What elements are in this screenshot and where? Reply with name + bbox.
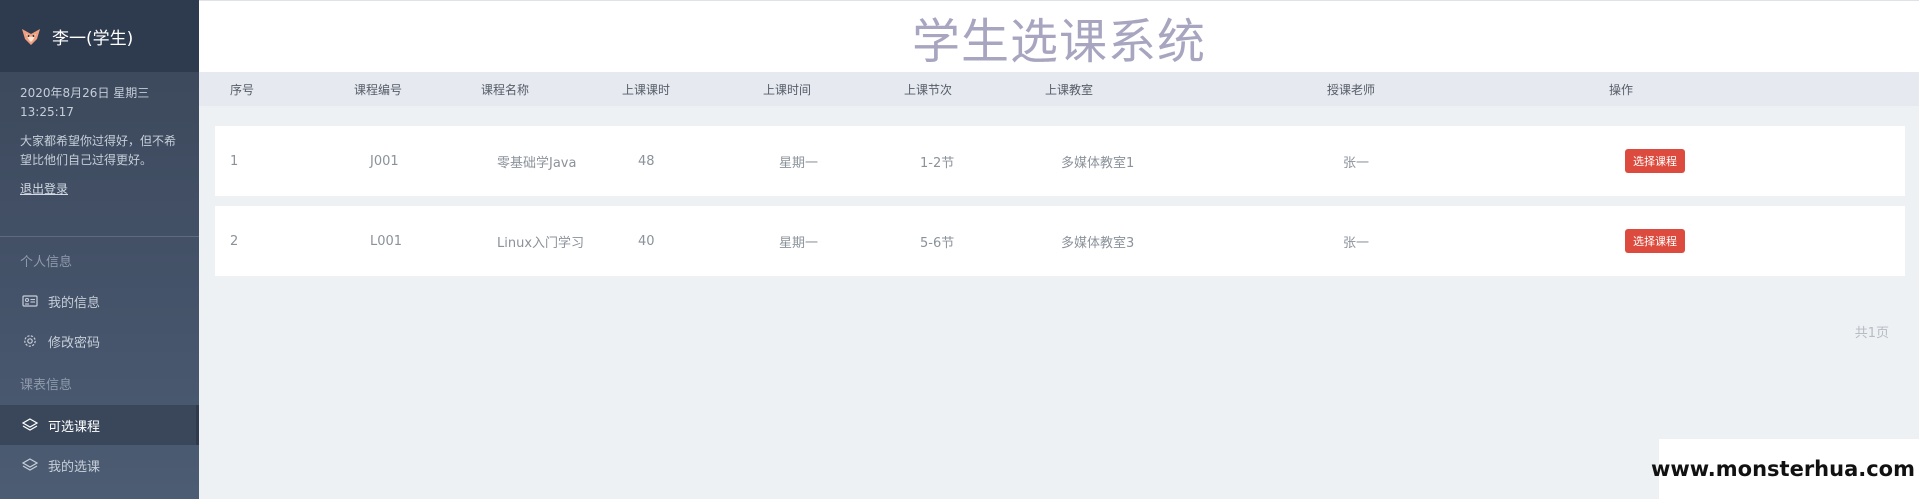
sidebar-item-my-info[interactable]: 我的信息 — [0, 281, 199, 321]
column-header: 序号 — [230, 82, 255, 97]
section-title-personal: 个人信息 — [20, 255, 73, 270]
cell-no: 1 — [230, 153, 239, 169]
cell-code: L001 — [370, 233, 403, 249]
fox-avatar-icon — [22, 29, 40, 45]
sidebar-item-label: 修改密码 — [48, 335, 101, 351]
sidebar-item-label: 我的选课 — [48, 459, 101, 475]
column-header: 上课课时 — [622, 82, 671, 97]
cell-course-name: Linux入门学习 — [497, 235, 585, 251]
table-row: 1 J001 零基础学Java 48 星期一 1-2节 多媒体教室1 张一 选择… — [215, 126, 1905, 196]
gear-icon — [24, 335, 36, 347]
sidebar: 李一(学生) 2020年8月26日 星期三 13:25:17 大家都希望你过得好… — [0, 0, 199, 499]
user-brand: 李一(学生) — [0, 0, 199, 72]
cell-code: J001 — [370, 153, 399, 169]
cell-teacher: 张一 — [1343, 235, 1370, 251]
cell-no: 2 — [230, 233, 239, 249]
cell-day: 星期一 — [779, 235, 819, 251]
main-content: 学生选课系统 序号 课程编号 课程名称 上课课时 上课时间 上课节次 上课教室 … — [199, 0, 1919, 499]
column-header: 授课老师 — [1327, 82, 1376, 97]
layers-icon — [22, 458, 38, 471]
select-course-button[interactable]: 选择课程 — [1625, 229, 1685, 253]
table-row: 2 L001 Linux入门学习 40 星期一 5-6节 多媒体教室3 张一 选… — [215, 206, 1905, 276]
cell-action: 选择课程 — [1625, 229, 1825, 253]
section-title-schedule: 课表信息 — [20, 378, 73, 393]
cell-hours: 40 — [638, 233, 655, 249]
column-header: 上课教室 — [1045, 82, 1094, 97]
column-header: 课程编号 — [354, 82, 403, 97]
cell-hours: 48 — [638, 153, 655, 169]
cell-section: 5-6节 — [920, 235, 955, 251]
title-bar: 学生选课系统 — [199, 0, 1919, 72]
page-title: 学生选课系统 — [911, 13, 1206, 70]
cell-teacher: 张一 — [1343, 155, 1370, 171]
sidebar-divider — [0, 236, 199, 237]
motto-text: 大家都希望你过得好，但不希望比他们自己过得更好。 — [20, 134, 177, 167]
logout-link[interactable]: 退出登录 — [20, 180, 68, 199]
column-header: 操作 — [1609, 82, 1634, 97]
cell-section: 1-2节 — [920, 155, 955, 171]
user-name-label: 李一(学生) — [52, 28, 134, 49]
date-text: 2020年8月26日 星期三 — [20, 86, 150, 100]
page-count-text: 共1页 — [1854, 326, 1889, 341]
layers-icon — [22, 418, 38, 431]
cell-day: 星期一 — [779, 155, 819, 171]
watermark: www.monsterhua.com — [1651, 439, 1919, 499]
time-text: 13:25:17 — [20, 105, 74, 119]
table-header: 序号 课程编号 课程名称 上课课时 上课时间 上课节次 上课教室 授课老师 操作 — [199, 72, 1919, 106]
column-header: 课程名称 — [481, 82, 530, 97]
sidebar-item-label: 我的信息 — [48, 295, 101, 311]
sidebar-item-available-courses[interactable]: 可选课程 — [0, 405, 199, 445]
sidebar-item-label: 可选课程 — [48, 419, 101, 435]
select-course-button[interactable]: 选择课程 — [1625, 149, 1685, 173]
cell-room: 多媒体教室3 — [1061, 235, 1135, 251]
cell-action: 选择课程 — [1625, 149, 1825, 173]
column-header: 上课时间 — [763, 82, 812, 97]
cell-course-name: 零基础学Java — [497, 155, 577, 171]
sidebar-item-change-password[interactable]: 修改密码 — [0, 321, 199, 361]
sidebar-item-my-courses[interactable]: 我的选课 — [0, 445, 199, 485]
user-info-block: 2020年8月26日 星期三 13:25:17 大家都希望你过得好，但不希望比他… — [0, 72, 199, 199]
id-card-icon — [22, 295, 38, 307]
column-header: 上课节次 — [904, 82, 953, 97]
cell-room: 多媒体教室1 — [1061, 155, 1135, 171]
